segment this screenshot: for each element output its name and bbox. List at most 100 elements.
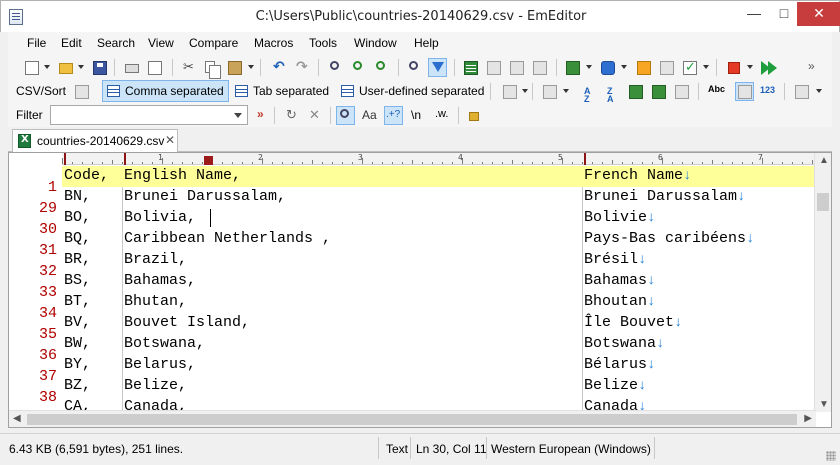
table-cell[interactable]: BV,	[64, 314, 91, 331]
find-in-files-button[interactable]	[405, 58, 424, 77]
paste-button[interactable]	[225, 58, 244, 77]
table-row[interactable]: BT, Bhutan, Bhoutan↓	[62, 292, 815, 313]
table-row[interactable]: BZ, Belize, Belize↓	[62, 376, 815, 397]
table-cell[interactable]: BY,	[64, 356, 91, 373]
table-row[interactable]: BN, Brunei Darussalam, Brunei Darussalam…	[62, 187, 815, 208]
chevron-down-icon[interactable]	[248, 65, 254, 69]
user-defined-separated-button[interactable]: User-defined separated	[336, 80, 489, 102]
menu-tools[interactable]: Tools	[309, 36, 337, 50]
table-cell[interactable]: Botswana,	[124, 335, 205, 352]
table-cell[interactable]: BZ,	[64, 377, 91, 394]
horizontal-scrollbar[interactable]: ◀ ▶	[9, 410, 816, 427]
document-tab[interactable]: countries-20140629.csv ✕	[12, 129, 178, 152]
menu-file[interactable]: File	[27, 36, 46, 50]
sort-numeric-button[interactable]	[626, 82, 645, 101]
spell-abc-button[interactable]: Abc	[706, 82, 725, 101]
filter-button[interactable]	[428, 58, 447, 77]
table-cell[interactable]: Bolivie↓	[584, 209, 655, 226]
chevron-down-icon[interactable]	[522, 89, 528, 93]
table-row[interactable]: BO, Bolivia, Bolivie↓	[62, 208, 815, 229]
escape-sequence-button[interactable]: \n	[408, 106, 427, 125]
regex-button[interactable]: .+?	[384, 106, 403, 125]
sort-ascending-button[interactable]: AZ	[580, 82, 599, 104]
table-row[interactable]: BV, Bouvet Island, Île Bouvet↓	[62, 313, 815, 334]
numeric-format-button[interactable]: 123	[758, 82, 777, 101]
table-cell[interactable]: Bhutan,	[124, 293, 187, 310]
table-cell[interactable]: BS,	[64, 272, 91, 289]
chevron-down-icon[interactable]	[816, 89, 822, 93]
sort-length-button[interactable]	[672, 82, 691, 101]
header-cell[interactable]: Code,	[64, 167, 109, 184]
menu-edit[interactable]: Edit	[61, 36, 82, 50]
scroll-up-icon[interactable]: ▲	[819, 155, 829, 166]
status-mode[interactable]: Text	[386, 442, 408, 456]
search-highlight-button[interactable]	[336, 106, 355, 125]
chevron-down-icon[interactable]	[563, 89, 569, 93]
line-numbers-button[interactable]	[735, 82, 754, 101]
chevron-down-icon[interactable]	[586, 65, 592, 69]
csv-options-button[interactable]	[72, 82, 91, 101]
clear-filter-button[interactable]: ✕	[305, 106, 324, 125]
find-button[interactable]	[326, 58, 345, 77]
table-cell[interactable]: Brazil,	[124, 251, 187, 268]
scroll-left-icon[interactable]: ◀	[13, 413, 21, 424]
chevron-down-icon[interactable]	[703, 65, 709, 69]
menu-search[interactable]: Search	[97, 36, 135, 50]
table-row[interactable]: BY, Belarus, Bélarus↓	[62, 355, 815, 376]
status-cursor-position[interactable]: Ln 30, Col 11	[416, 442, 487, 456]
table-cell[interactable]: Brésil↓	[584, 251, 646, 268]
csv-text-area[interactable]: Code, English Name, French Name↓ BN, Bru…	[62, 166, 815, 416]
menu-view[interactable]: View	[148, 36, 174, 50]
chevron-down-icon[interactable]	[78, 65, 84, 69]
copy-button[interactable]	[202, 58, 221, 79]
tab-separated-button[interactable]: Tab separated	[230, 80, 334, 102]
filter-input[interactable]	[50, 105, 248, 125]
new-document-button[interactable]	[22, 58, 41, 77]
run-macro-button[interactable]	[759, 58, 778, 77]
cells-button[interactable]	[484, 58, 503, 77]
maximize-button[interactable]: □	[769, 2, 799, 26]
find-previous-button[interactable]	[372, 58, 391, 77]
scroll-right-icon[interactable]: ▶	[804, 413, 812, 424]
table-cell[interactable]: BW,	[64, 335, 91, 352]
menu-macros[interactable]: Macros	[254, 36, 293, 50]
display-options-button[interactable]	[792, 82, 811, 101]
spell-check-button[interactable]	[680, 58, 699, 77]
browser-button[interactable]	[598, 58, 617, 77]
table-cell[interactable]: Bélarus↓	[584, 356, 655, 373]
find-next-button[interactable]	[349, 58, 368, 77]
scroll-down-icon[interactable]: ▼	[819, 399, 829, 410]
table-cell[interactable]: BQ,	[64, 230, 91, 247]
table-cell[interactable]: BO,	[64, 209, 91, 226]
table-row[interactable]: BR, Brazil, Brésil↓	[62, 250, 815, 271]
column-marker[interactable]	[124, 153, 126, 165]
table-cell[interactable]: Brunei Darussalam,	[124, 188, 286, 205]
table-cell[interactable]: Pays-Bas caribéens↓	[584, 230, 754, 247]
line-number-gutter[interactable]: 1 29 30 31 32 33 34 35 36 37 38 39	[9, 166, 59, 427]
header-cell[interactable]: French Name↓	[584, 167, 691, 184]
sort-descending-button[interactable]: ZA	[603, 82, 622, 104]
csv-view-button[interactable]	[461, 58, 480, 77]
table-cell[interactable]: Belize,	[124, 377, 187, 394]
resize-grip-icon[interactable]	[826, 451, 836, 461]
table-cell[interactable]: Bouvet Island,	[124, 314, 250, 331]
lock-filter-button[interactable]	[464, 106, 483, 125]
table-cell[interactable]: BT,	[64, 293, 91, 310]
more-toolbar-button[interactable]: »	[808, 59, 815, 73]
vertical-scroll-thumb[interactable]	[817, 193, 829, 211]
macro-button[interactable]	[634, 58, 653, 77]
table-cell[interactable]: Bhoutan↓	[584, 293, 655, 310]
refresh-filter-button[interactable]: ↻	[282, 106, 301, 125]
print-button[interactable]	[122, 58, 141, 77]
table-row[interactable]: BW, Botswana, Botswana↓	[62, 334, 815, 355]
chevron-down-icon[interactable]	[231, 108, 245, 122]
open-button[interactable]	[56, 58, 75, 77]
table-row[interactable]: BS, Bahamas, Bahamas↓	[62, 271, 815, 292]
print-preview-button[interactable]	[145, 58, 164, 77]
sort-numeric-desc-button[interactable]	[649, 82, 668, 101]
comma-separated-button[interactable]: Comma separated	[102, 80, 229, 102]
chevron-down-icon[interactable]	[621, 65, 627, 69]
column-marker[interactable]	[584, 153, 586, 165]
chevron-down-icon[interactable]	[44, 65, 50, 69]
table-cell[interactable]: Bolivia,	[124, 209, 196, 226]
